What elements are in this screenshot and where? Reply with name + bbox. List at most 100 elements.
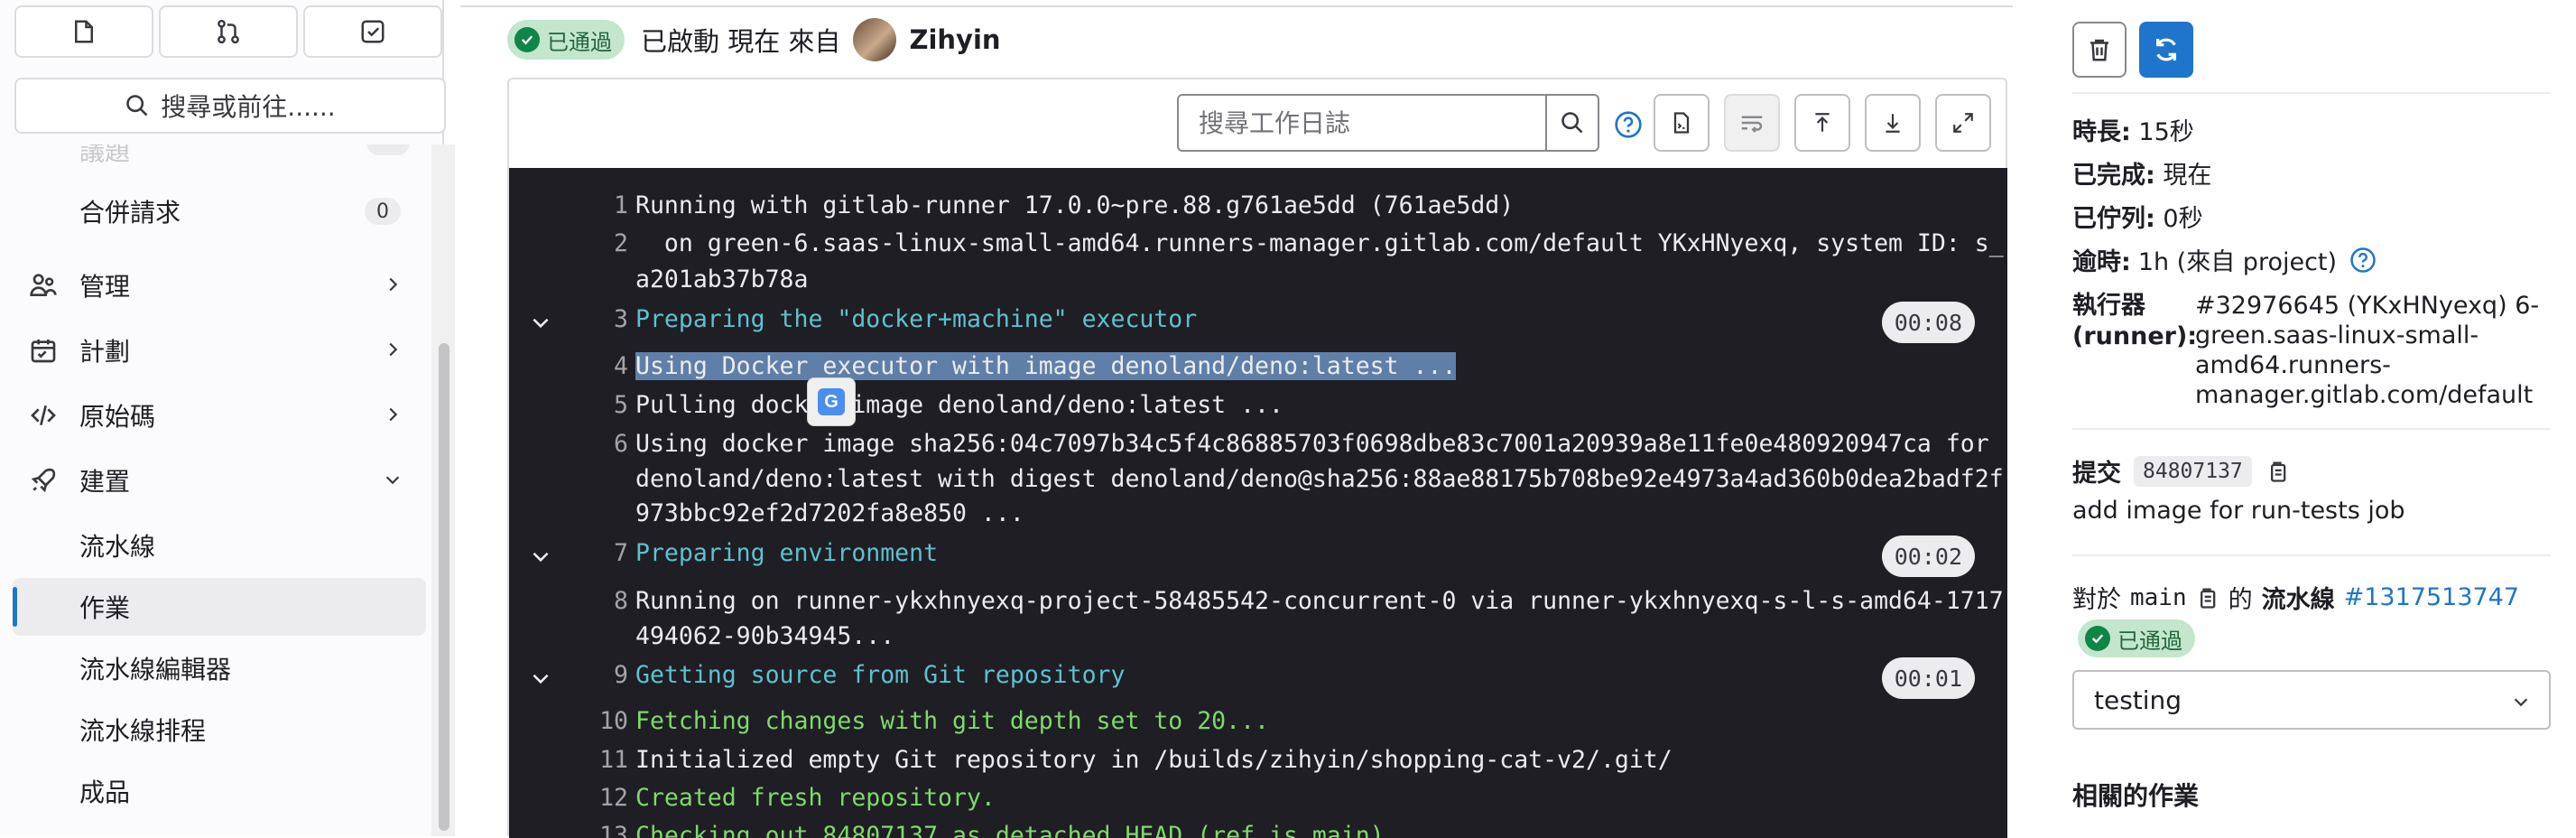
log-text: Preparing environment [635, 539, 939, 567]
sidebar-item-label: 流水線排程 [79, 716, 207, 746]
left-sidebar: 搜尋或前往...... 議題 合併請求 0 管理 計劃 原始碼 建置 流水線 作… [0, 0, 455, 836]
copy-icon[interactable] [2265, 459, 2290, 484]
sidebar-item-plan[interactable]: 計劃 [13, 321, 426, 379]
log-line: 973bbc92ef2d7202fa8e850 ... [509, 499, 2007, 535]
duration-row: 時長: 15秒 [2072, 112, 2194, 147]
sidebar-item-merge-requests[interactable]: 合併請求 0 [13, 182, 426, 240]
line-number[interactable]: 10 [581, 707, 628, 735]
log-section-header[interactable]: 3 Preparing the "docker+machine" executo… [509, 302, 2007, 343]
avatar[interactable] [853, 18, 897, 61]
line-number[interactable]: 8 [581, 587, 628, 615]
runner-key-text: 執行器 (runner): [2072, 292, 2198, 350]
sidebar-item-pipelines[interactable]: 流水線 [13, 517, 426, 574]
runner-value: #32976645 (YKxHNyexq) 6-green.saas-linux… [2195, 292, 2540, 409]
log-text: Preparing the "docker+machine" executor [635, 305, 1198, 333]
fullscreen-button[interactable] [1935, 94, 1991, 152]
runner-key: 執行器 (runner): [2072, 291, 2197, 352]
line-number[interactable]: 2 [581, 229, 628, 257]
search-or-go-to-button[interactable]: 搜尋或前往...... [14, 78, 446, 134]
finished-row: 已完成: 現在 [2072, 155, 2211, 191]
erase-log-button[interactable] [2072, 22, 2127, 78]
log-section-header[interactable]: 9 Getting source from Git repository 00:… [509, 657, 2007, 699]
sidebar-item-jobs[interactable]: 作業 [13, 578, 426, 636]
issues-shortcut-button[interactable] [14, 5, 153, 58]
sidebar-item-build[interactable]: 建置 [13, 452, 426, 509]
log-text: 494062-90b34945... [635, 622, 895, 650]
sidebar-item-label: 計劃 [79, 337, 131, 367]
log-text: Getting source from Git repository [635, 661, 1126, 689]
log-text: a201ab37b78a [635, 265, 809, 293]
merge-requests-count-badge: 0 [365, 198, 401, 225]
log-line: 4 Using Docker executor with image denol… [509, 352, 2007, 388]
branch-name[interactable]: main [2130, 584, 2187, 611]
sidebar-item-pipeline-editor[interactable]: 流水線編輯器 [13, 639, 426, 697]
chevron-down-icon[interactable] [529, 311, 552, 334]
log-text: 973bbc92ef2d7202fa8e850 ... [635, 499, 1024, 527]
question-circle-icon[interactable] [2349, 247, 2377, 274]
line-number[interactable]: 9 [581, 661, 628, 689]
line-number[interactable]: 5 [581, 391, 628, 419]
sidebar-item-faded[interactable]: 議題 [79, 144, 130, 168]
sidebar-item-code[interactable]: 原始碼 [13, 386, 426, 444]
log-line: 8 Running on runner-ykxhnyexq-project-58… [509, 587, 2007, 623]
todos-shortcut-button[interactable] [303, 5, 442, 58]
log-search-button[interactable] [1545, 94, 1599, 152]
line-number[interactable]: 11 [581, 746, 628, 774]
arrow-down-icon [1886, 114, 1900, 133]
copy-icon[interactable] [2194, 585, 2219, 610]
sidebar-item-manage[interactable]: 管理 [13, 256, 426, 314]
job-started-text: 已啟動 現在 來自 [641, 26, 841, 57]
scroll-to-top-button[interactable] [1794, 94, 1850, 152]
sidebar-item-label: 管理 [79, 272, 131, 302]
wrap-lines-button[interactable] [1724, 94, 1780, 152]
log-search-field[interactable] [1177, 94, 1549, 152]
raw-log-button[interactable] [1654, 94, 1710, 152]
log-line: 6 Using docker image sha256:04c7097b34c5… [509, 430, 2007, 466]
retry-job-button[interactable] [2139, 22, 2193, 78]
pipeline-status-badge[interactable]: 已通過 [2078, 619, 2195, 657]
log-text: Created fresh repository. [635, 784, 996, 812]
scroll-to-bottom-button[interactable] [1865, 94, 1921, 152]
stage-dropdown[interactable]: testing [2072, 670, 2551, 730]
line-number[interactable]: 13 [581, 822, 628, 838]
merge-requests-shortcut-button[interactable] [159, 5, 298, 58]
sidebar-item-label: 成品 [79, 777, 131, 807]
finished-value: 現在 [2163, 162, 2212, 190]
rocket-icon [31, 468, 56, 493]
log-text-selected: Using Docker executor with image denolan… [635, 352, 1457, 380]
question-circle-icon[interactable] [1614, 110, 1643, 139]
pipeline-word: 流水線 [2261, 586, 2335, 614]
sidebar-scrollbar[interactable] [431, 144, 455, 836]
chevron-down-icon[interactable] [529, 666, 552, 690]
timeout-key: 逾時: [2072, 248, 2131, 276]
timeout-row: 逾時: 1h (來自 project) [2072, 242, 2377, 277]
log-section-header[interactable]: 7 Preparing environment 00:02 [509, 535, 2007, 577]
line-number[interactable]: 12 [581, 784, 628, 812]
section-duration-badge: 00:01 [1881, 657, 1975, 699]
user-name-link[interactable]: Zihyin [909, 24, 1000, 55]
job-sidebar: 時長: 15秒 已完成: 現在 已佇列: 0秒 逾時: 1h (來自 proje… [2072, 0, 2551, 836]
pipeline-row: 對於 main 的 流水線 #1317513747 [2072, 580, 2519, 615]
sidebar-item-label: 流水線編輯器 [79, 655, 232, 684]
line-number[interactable]: 7 [581, 539, 628, 567]
section-duration-badge: 00:08 [1881, 302, 1975, 343]
search-icon [1561, 112, 1583, 134]
pipeline-link[interactable]: #1317513747 [2344, 583, 2519, 611]
sidebar-scroll-thumb[interactable] [439, 343, 449, 831]
stage-dropdown-value: testing [2094, 684, 2182, 715]
log-text: Fetching changes with git depth set to 2… [635, 707, 1269, 735]
line-number[interactable]: 4 [581, 352, 628, 380]
retry-icon [2156, 38, 2176, 61]
line-number[interactable]: 3 [581, 305, 628, 333]
line-number[interactable]: 6 [581, 430, 628, 458]
translate-popup-button[interactable]: G [807, 377, 856, 426]
log-search-input[interactable] [1179, 96, 1540, 150]
commit-sha-link[interactable]: 84807137 [2134, 455, 2252, 487]
status-badge[interactable]: 已通過 [507, 20, 625, 60]
sidebar-item-artifacts[interactable]: 成品 [13, 762, 426, 820]
sidebar-item-pipeline-schedules[interactable]: 流水線排程 [13, 701, 426, 759]
chevron-down-icon[interactable] [529, 545, 552, 568]
chevron-right-icon [389, 407, 398, 422]
log-text: Running with gitlab-runner 17.0.0~pre.88… [635, 191, 1515, 219]
line-number[interactable]: 1 [581, 191, 628, 219]
